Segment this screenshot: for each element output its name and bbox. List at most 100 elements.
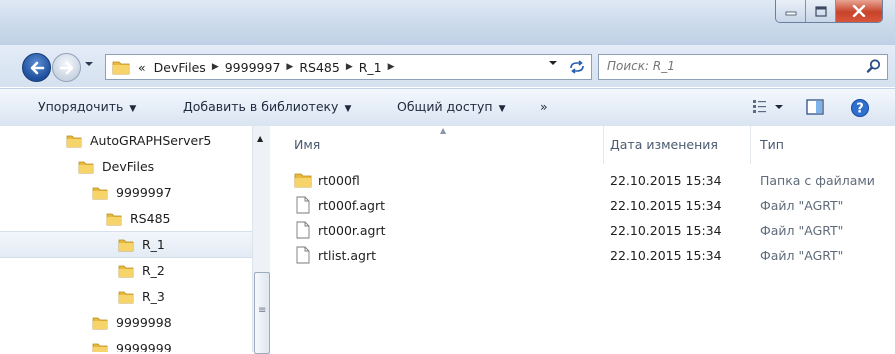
file-type: Файл "AGRT" — [760, 223, 844, 238]
chevron-down-icon — [549, 61, 557, 65]
file-row[interactable]: rt000fl 22.10.2015 15:34 Папка с файлами — [270, 169, 895, 193]
breadcrumb-overflow[interactable]: « — [130, 60, 150, 75]
address-bar[interactable]: « DevFiles ▶ 9999997 ▶ RS485 ▶ R_1 ▶ — [105, 54, 565, 80]
search-input[interactable] — [605, 58, 859, 74]
folder-icon — [92, 187, 108, 199]
tree-item-9999997[interactable]: 9999997 — [0, 180, 252, 205]
tree-item-label: 9999998 — [116, 315, 172, 330]
window-controls — [775, 0, 883, 23]
tree-item-r3[interactable]: R_3 — [0, 284, 252, 309]
preview-pane-button[interactable] — [805, 98, 825, 119]
file-type: Папка с файлами — [760, 173, 875, 188]
svg-text:?: ? — [856, 102, 864, 117]
tree-item-label: 9999997 — [116, 185, 172, 200]
folder-icon — [118, 265, 134, 277]
file-name: rtlist.agrt — [318, 248, 377, 263]
navigation-bar: « DevFiles ▶ 9999997 ▶ RS485 ▶ R_1 ▶ — [0, 45, 895, 87]
breadcrumb-r1[interactable]: R_1 — [355, 60, 386, 75]
folder-icon — [92, 317, 108, 329]
file-row[interactable]: rt000f.agrt 22.10.2015 15:34 Файл "AGRT" — [270, 194, 895, 218]
chevron-right-icon[interactable]: ▶ — [210, 62, 221, 72]
recent-pages-dropdown[interactable] — [84, 60, 94, 71]
file-type: Файл "AGRT" — [760, 248, 844, 263]
folder-icon — [118, 239, 134, 251]
share-menu[interactable]: Общий доступ ▼ — [397, 99, 505, 114]
window-titlebar — [0, 0, 895, 45]
breadcrumb-devfiles[interactable]: DevFiles — [150, 60, 210, 75]
tree-item-r1[interactable]: R_1 — [0, 231, 252, 258]
navigation-pane: AutoGRAPHServer5 DevFiles 9999997 RS485 … — [0, 126, 252, 352]
breadcrumb-9999997[interactable]: 9999997 — [221, 60, 285, 75]
tree-item-9999998[interactable]: 9999998 — [0, 310, 252, 335]
grip-icon: ≡ — [258, 305, 267, 316]
refresh-icon — [570, 60, 584, 74]
add-to-library-label: Добавить в библиотеку — [183, 99, 339, 114]
file-type: Файл "AGRT" — [760, 198, 844, 213]
view-options-button[interactable] — [752, 98, 786, 119]
folder-icon — [106, 213, 122, 225]
tree-item-9999999[interactable]: 9999999 — [0, 336, 252, 352]
tree-item-rs485[interactable]: RS485 — [0, 206, 252, 231]
more-commands-button[interactable]: » — [540, 99, 548, 114]
column-divider[interactable] — [750, 126, 751, 164]
folder-icon — [112, 61, 130, 75]
chevron-right-icon[interactable]: ▶ — [344, 62, 355, 72]
tree-item-label: 9999999 — [116, 341, 172, 352]
file-date: 22.10.2015 15:34 — [610, 173, 722, 188]
column-divider[interactable] — [603, 126, 604, 164]
organize-label: Упорядочить — [38, 99, 124, 114]
scroll-up-icon[interactable]: ▲ — [257, 134, 263, 143]
file-date: 22.10.2015 15:34 — [610, 248, 722, 263]
arrow-right-icon — [59, 61, 73, 74]
navigation-scrollbar[interactable]: ▲ ≡ — [252, 126, 271, 354]
file-row[interactable]: rtlist.agrt 22.10.2015 15:34 Файл "AGRT" — [270, 244, 895, 268]
organize-menu[interactable]: Упорядочить ▼ — [38, 99, 136, 114]
tree-item-r2[interactable]: R_2 — [0, 258, 252, 283]
chevron-down-icon: ▼ — [129, 104, 137, 114]
tree-item-label: RS485 — [130, 211, 171, 226]
chevron-right-icon[interactable]: ▶ — [386, 62, 397, 72]
view-list-icon — [753, 100, 783, 113]
file-icon — [296, 246, 310, 264]
refresh-button[interactable] — [563, 54, 592, 80]
tree-item-label: AutoGRAPHServer5 — [90, 133, 212, 148]
file-icon — [296, 221, 310, 239]
forward-button[interactable] — [52, 53, 81, 82]
tree-item-label: R_2 — [142, 263, 165, 278]
chevron-right-icon[interactable]: ▶ — [284, 62, 295, 72]
close-icon — [852, 5, 866, 17]
sort-ascending-icon: ▲ — [440, 126, 447, 135]
file-icon — [296, 196, 310, 214]
scrollbar-thumb[interactable]: ≡ — [254, 272, 270, 354]
help-button[interactable]: ? — [850, 98, 870, 121]
column-header-date[interactable]: Дата изменения — [610, 137, 718, 152]
breadcrumb-rs485[interactable]: RS485 — [295, 60, 343, 75]
address-history-dropdown[interactable] — [548, 59, 558, 70]
search-box — [598, 54, 888, 80]
command-toolbar: Упорядочить ▼ Добавить в библиотеку ▼ Общи… — [0, 88, 895, 127]
column-header-type[interactable]: Тип — [760, 137, 784, 152]
tree-item-autographserver5[interactable]: AutoGRAPHServer5 — [0, 128, 252, 153]
folder-icon — [78, 161, 94, 173]
maximize-icon — [814, 5, 827, 17]
back-button[interactable] — [22, 53, 51, 82]
tree-item-devfiles[interactable]: DevFiles — [0, 154, 252, 179]
file-name: rt000fl — [318, 173, 360, 188]
share-label: Общий доступ — [397, 99, 493, 114]
close-button[interactable] — [836, 0, 882, 22]
chevron-down-icon: ▼ — [498, 104, 506, 114]
file-row[interactable]: rt000r.agrt 22.10.2015 15:34 Файл "AGRT" — [270, 219, 895, 243]
search-icon[interactable] — [866, 58, 882, 77]
chevron-down-icon: ▼ — [344, 104, 352, 114]
add-to-library-menu[interactable]: Добавить в библиотеку ▼ — [183, 99, 351, 114]
folder-icon — [118, 291, 134, 303]
column-header-name[interactable]: Имя — [294, 137, 320, 152]
file-name: rt000r.agrt — [318, 223, 386, 238]
minimize-button[interactable] — [776, 0, 806, 22]
tree-item-label: DevFiles — [102, 159, 155, 174]
maximize-button[interactable] — [806, 0, 836, 22]
breadcrumb: « DevFiles ▶ 9999997 ▶ RS485 ▶ R_1 ▶ — [130, 60, 397, 75]
folder-icon — [66, 135, 82, 147]
arrow-left-icon — [30, 61, 44, 74]
minimize-icon — [785, 11, 796, 16]
